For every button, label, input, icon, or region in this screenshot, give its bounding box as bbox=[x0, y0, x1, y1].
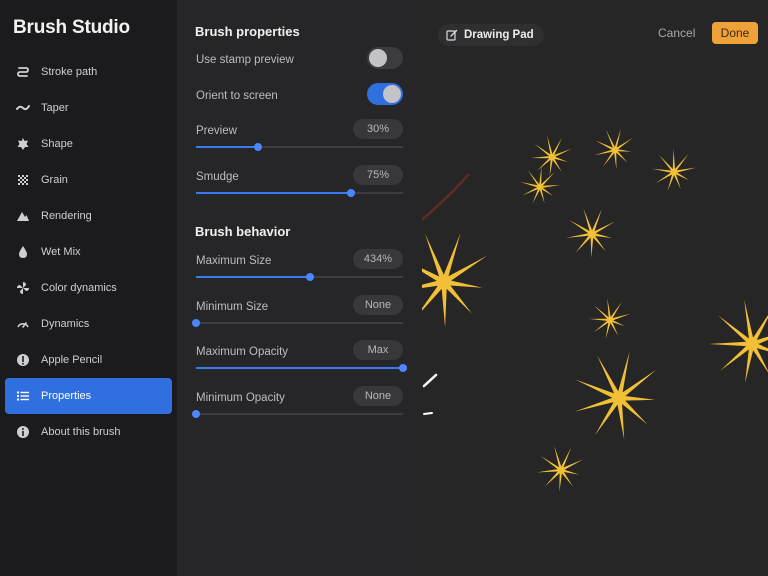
dynamics-icon bbox=[16, 317, 30, 331]
sidebar-item-color-dynamics[interactable]: Color dynamics bbox=[5, 270, 172, 306]
minimum-opacity-row: Minimum Opacity None bbox=[192, 386, 403, 418]
sidebar-item-label: Shape bbox=[41, 138, 73, 150]
maximum-size-slider[interactable] bbox=[196, 273, 403, 281]
sidebar-item-apple-pencil[interactable]: Apple Pencil bbox=[5, 342, 172, 378]
use-stamp-preview-toggle[interactable] bbox=[367, 47, 403, 69]
minimum-size-slider[interactable] bbox=[192, 319, 403, 327]
sidebar-item-wet-mix[interactable]: Wet Mix bbox=[5, 234, 172, 270]
star-stroke bbox=[422, 233, 487, 328]
brush-properties-heading: Brush properties bbox=[195, 24, 300, 39]
star-stroke bbox=[520, 166, 561, 204]
use-stamp-preview-row: Use stamp preview bbox=[196, 47, 403, 69]
sidebar-item-label: Wet Mix bbox=[41, 246, 81, 258]
edit-icon bbox=[446, 29, 458, 41]
slider-thumb[interactable] bbox=[347, 189, 356, 197]
star-stroke bbox=[588, 298, 631, 339]
minimum-size-value[interactable]: None bbox=[353, 295, 403, 315]
slider-thumb[interactable] bbox=[192, 319, 200, 327]
app-title: Brush Studio bbox=[13, 17, 130, 38]
smudge-row: Smudge 75% bbox=[196, 165, 403, 197]
sidebar-item-dynamics[interactable]: Dynamics bbox=[5, 306, 172, 342]
smudge-value[interactable]: 75% bbox=[353, 165, 403, 185]
sidebar-item-label: Rendering bbox=[41, 210, 92, 222]
sidebar-item-label: Color dynamics bbox=[41, 282, 117, 294]
done-button[interactable]: Done bbox=[712, 22, 758, 44]
sidebar: Brush Studio Stroke path Taper Shape Gra… bbox=[0, 0, 177, 576]
grain-icon bbox=[16, 173, 30, 187]
slider-thumb[interactable] bbox=[399, 364, 407, 372]
toggle-knob bbox=[369, 49, 387, 67]
brush-behavior-heading: Brush behavior bbox=[195, 224, 291, 239]
slider-thumb[interactable] bbox=[305, 273, 314, 281]
sidebar-item-label: Properties bbox=[41, 390, 92, 402]
preview-value[interactable]: 30% bbox=[353, 119, 403, 139]
star-stroke bbox=[537, 445, 583, 492]
star-stroke bbox=[574, 351, 657, 440]
sidebar-item-taper[interactable]: Taper bbox=[5, 90, 172, 126]
sidebar-item-properties[interactable]: Properties bbox=[5, 378, 172, 414]
sidebar-item-rendering[interactable]: Rendering bbox=[5, 198, 172, 234]
star-stroke bbox=[594, 129, 633, 170]
maximum-size-value[interactable]: 434% bbox=[353, 249, 403, 269]
shape-icon bbox=[16, 137, 30, 151]
color-dynamics-icon bbox=[16, 281, 30, 295]
sidebar-item-label: Stroke path bbox=[41, 66, 98, 78]
drawing-pad-canvas[interactable]: Drawing Pad Cancel Done bbox=[422, 0, 768, 576]
white-stroke bbox=[422, 373, 438, 388]
white-stroke bbox=[423, 412, 433, 415]
star-stroke bbox=[566, 208, 615, 258]
star-strokes bbox=[422, 129, 768, 492]
rendering-icon bbox=[16, 209, 30, 223]
stroke-path-icon bbox=[16, 65, 30, 79]
sidebar-item-label: About this brush bbox=[41, 426, 121, 438]
maximum-opacity-row: Maximum Opacity Max bbox=[196, 340, 407, 372]
star-stroke bbox=[530, 135, 572, 177]
star-stroke bbox=[652, 149, 696, 191]
sidebar-item-shape[interactable]: Shape bbox=[5, 126, 172, 162]
sidebar-nav: Stroke path Taper Shape Grain Rendering bbox=[5, 54, 172, 450]
sidebar-item-label: Taper bbox=[41, 102, 69, 114]
preview-row: Preview 30% bbox=[196, 119, 403, 151]
properties-icon bbox=[16, 389, 30, 403]
star-layer bbox=[422, 129, 768, 492]
orient-to-screen-row: Orient to screen bbox=[196, 83, 403, 105]
preview-slider[interactable] bbox=[196, 143, 403, 151]
slider-thumb[interactable] bbox=[192, 410, 200, 418]
sidebar-item-about-this-brush[interactable]: About this brush bbox=[5, 414, 172, 450]
drawing-pad-text: Drawing Pad bbox=[464, 29, 534, 41]
arrow-stroke bbox=[422, 173, 470, 222]
toggle-knob bbox=[383, 85, 401, 103]
sidebar-item-label: Grain bbox=[41, 174, 68, 186]
smudge-slider[interactable] bbox=[196, 189, 403, 197]
wet-mix-icon bbox=[16, 245, 30, 259]
minimum-size-row: Minimum Size None bbox=[192, 295, 403, 327]
sidebar-item-grain[interactable]: Grain bbox=[5, 162, 172, 198]
sidebar-item-label: Apple Pencil bbox=[41, 354, 103, 366]
maximum-size-row: Maximum Size 434% bbox=[196, 249, 403, 281]
minimum-opacity-value[interactable]: None bbox=[353, 386, 403, 406]
sidebar-item-label: Dynamics bbox=[41, 318, 90, 330]
settings-panel: Brush properties Use stamp preview Orien… bbox=[177, 0, 422, 576]
maximum-opacity-value[interactable]: Max bbox=[353, 340, 403, 360]
star-stroke bbox=[708, 299, 768, 383]
info-icon bbox=[16, 425, 30, 439]
orient-to-screen-toggle[interactable] bbox=[367, 83, 403, 105]
slider-thumb[interactable] bbox=[254, 143, 263, 151]
apple-pencil-icon bbox=[16, 353, 30, 367]
cancel-button[interactable]: Cancel bbox=[658, 26, 695, 40]
drawing-pad-label[interactable]: Drawing Pad bbox=[438, 24, 544, 46]
maximum-opacity-slider[interactable] bbox=[196, 364, 407, 372]
minimum-opacity-slider[interactable] bbox=[192, 410, 403, 418]
taper-icon bbox=[16, 101, 30, 115]
sidebar-item-stroke-path[interactable]: Stroke path bbox=[5, 54, 172, 90]
